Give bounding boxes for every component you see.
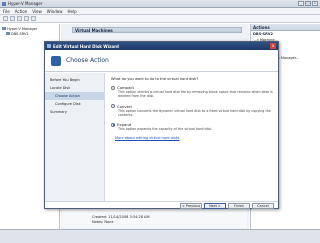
tree-server[interactable]: DBS-SRV2 — [2, 31, 57, 36]
virtual-machines-header: Virtual Machines — [72, 27, 242, 33]
status-bar — [0, 229, 320, 243]
next-button[interactable]: Next > — [204, 203, 226, 209]
dialog-banner: Choose Action — [45, 50, 278, 72]
show-hide-tree-icon[interactable] — [24, 16, 29, 21]
actions-header: Actions — [251, 24, 320, 31]
back-icon[interactable] — [3, 16, 8, 21]
created-label: Created: — [92, 215, 108, 219]
step-before-you-begin[interactable]: Before You Begin — [45, 76, 104, 84]
finish-button[interactable]: Finish — [228, 203, 250, 209]
app-title: Hyper-V Manager — [8, 1, 43, 6]
convert-description: This option converts the dynamic virtual… — [118, 108, 271, 117]
dialog-heading: Choose Action — [66, 57, 109, 64]
menu-view[interactable]: View — [32, 9, 42, 14]
notes-value: None — [104, 220, 114, 224]
main-window-titlebar: Hyper-V Manager _ □ x — [0, 0, 320, 8]
created-row: Created: 11/14/2008 3:34:28 AM — [92, 215, 149, 219]
question-text: What do you want to do to the virtual ha… — [111, 77, 199, 81]
compact-radio[interactable] — [111, 85, 115, 90]
help-icon[interactable] — [31, 16, 36, 21]
cancel-button[interactable]: Cancel — [252, 203, 274, 209]
dialog-close-icon[interactable]: x — [270, 43, 276, 49]
edit-vhd-wizard-dialog: Edit Virtual Hard Disk Wizard x Choose A… — [44, 41, 279, 209]
window-controls: _ □ x — [298, 1, 318, 6]
wizard-content: What do you want to do to the virtual ha… — [107, 73, 275, 201]
server-icon — [6, 32, 10, 35]
convert-label: Convert — [117, 103, 133, 109]
disk-icon — [51, 55, 61, 66]
toolbar — [0, 15, 320, 23]
dialog-titlebar: Edit Virtual Hard Disk Wizard x — [45, 42, 278, 50]
tree-server-label: DBS-SRV2 — [11, 31, 29, 36]
step-summary[interactable]: Summary — [45, 108, 104, 116]
maximize-icon[interactable]: □ — [305, 1, 311, 6]
compact-description: This option shrinks a virtual hard disk … — [118, 90, 273, 99]
menu-window[interactable]: Window — [47, 9, 63, 14]
previous-button[interactable]: < Previous — [180, 203, 202, 209]
forward-icon[interactable] — [10, 16, 15, 21]
dialog-button-bar: < Previous Next > Finish Cancel — [45, 201, 278, 210]
tree-root-label: Hyper-V Manager — [7, 26, 38, 31]
notes-row: Notes: None — [92, 220, 114, 224]
step-locate-disk[interactable]: Locate Disk — [45, 84, 104, 92]
step-choose-action[interactable]: Choose Action — [45, 92, 104, 100]
step-configure-disk[interactable]: Configure Disk — [45, 100, 104, 108]
created-value: 11/14/2008 3:34:28 AM — [108, 215, 150, 219]
notes-label: Notes: — [92, 220, 104, 224]
hyperv-icon — [2, 1, 6, 6]
wizard-steps: Before You Begin Locate Disk Choose Acti… — [45, 73, 105, 201]
minimize-icon[interactable]: _ — [298, 1, 304, 6]
hyperv-manager-icon — [2, 27, 6, 30]
expand-description: This option expands the capacity of the … — [118, 127, 213, 132]
menu-file[interactable]: File — [3, 9, 10, 14]
dialog-title: Edit Virtual Hard Disk Wizard — [53, 43, 119, 49]
help-link[interactable]: More about editing virtual hard disks — [115, 136, 273, 140]
wizard-icon — [47, 44, 51, 48]
menu-bar: File Action View Window Help — [0, 8, 320, 15]
convert-radio[interactable] — [111, 104, 115, 109]
close-icon[interactable]: x — [312, 1, 318, 6]
expand-radio[interactable] — [111, 122, 115, 127]
menu-action[interactable]: Action — [15, 9, 28, 14]
menu-help[interactable]: Help — [68, 9, 77, 14]
up-icon[interactable] — [17, 16, 22, 21]
